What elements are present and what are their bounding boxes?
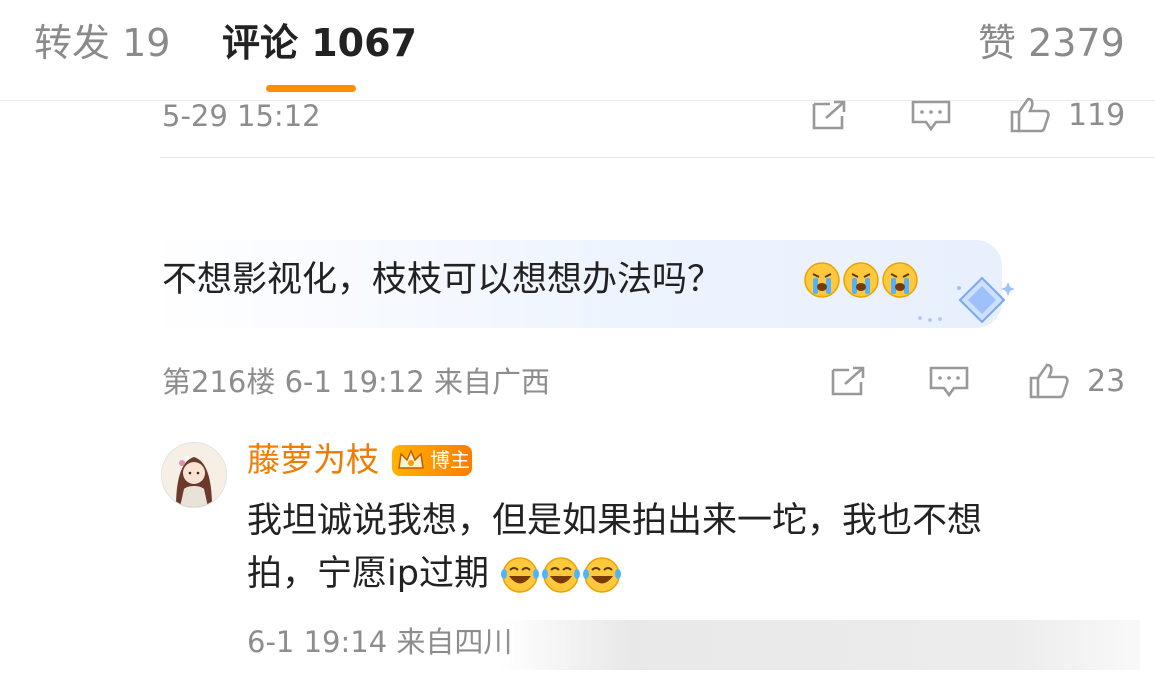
- prev-like-count: 119: [1068, 98, 1126, 133]
- reply-line-1: 我坦诚说我想，但是如果拍出来一坨，我也不想: [247, 501, 983, 541]
- comment-like-count: 23: [1087, 364, 1126, 399]
- tab-repost[interactable]: 转发 19: [34, 18, 170, 68]
- reply-line-2: 拍，宁愿ip过期: [247, 548, 622, 600]
- blogger-badge-label: 博主: [430, 448, 470, 472]
- crying-face-icon: [804, 262, 918, 298]
- thumbs-up-icon[interactable]: [1008, 96, 1052, 134]
- prev-comment-time: 5-29 15:12: [162, 99, 321, 133]
- thumbs-up-icon[interactable]: [1027, 362, 1071, 400]
- laughing-tears-icon: [501, 557, 622, 593]
- tab-bar: 转发 19 评论 1067 赞 2379: [0, 0, 1155, 101]
- comment-body: 不想影视化，枝枝可以想想办法吗？: [162, 260, 723, 300]
- reply-username[interactable]: 藤萝为枝: [247, 438, 379, 482]
- comment-text[interactable]: 不想影视化，枝枝可以想想办法吗？: [162, 256, 722, 304]
- comment-meta: 第216楼 6-1 19:12 来自广西: [162, 365, 550, 399]
- active-tab-indicator: [266, 85, 356, 92]
- reply-meta: 6-1 19:14 来自四川: [247, 625, 513, 659]
- comment-icon[interactable]: [910, 98, 952, 134]
- crown-icon: [398, 448, 424, 469]
- comment-icon[interactable]: [928, 364, 970, 400]
- tab-likes[interactable]: 赞 2379: [978, 18, 1125, 68]
- tab-comments[interactable]: 评论 1067: [222, 18, 417, 68]
- emoji-group: [803, 260, 919, 300]
- avatar[interactable]: [161, 442, 227, 508]
- share-icon[interactable]: [829, 364, 869, 398]
- blogger-badge: 博主: [392, 445, 472, 476]
- diamond-decoration-icon: [918, 276, 1015, 324]
- share-icon[interactable]: [810, 98, 850, 132]
- watermark: [500, 620, 1140, 670]
- comment-divider: [160, 157, 1155, 158]
- reply-line-2-text: 拍，宁愿ip过期: [247, 554, 489, 594]
